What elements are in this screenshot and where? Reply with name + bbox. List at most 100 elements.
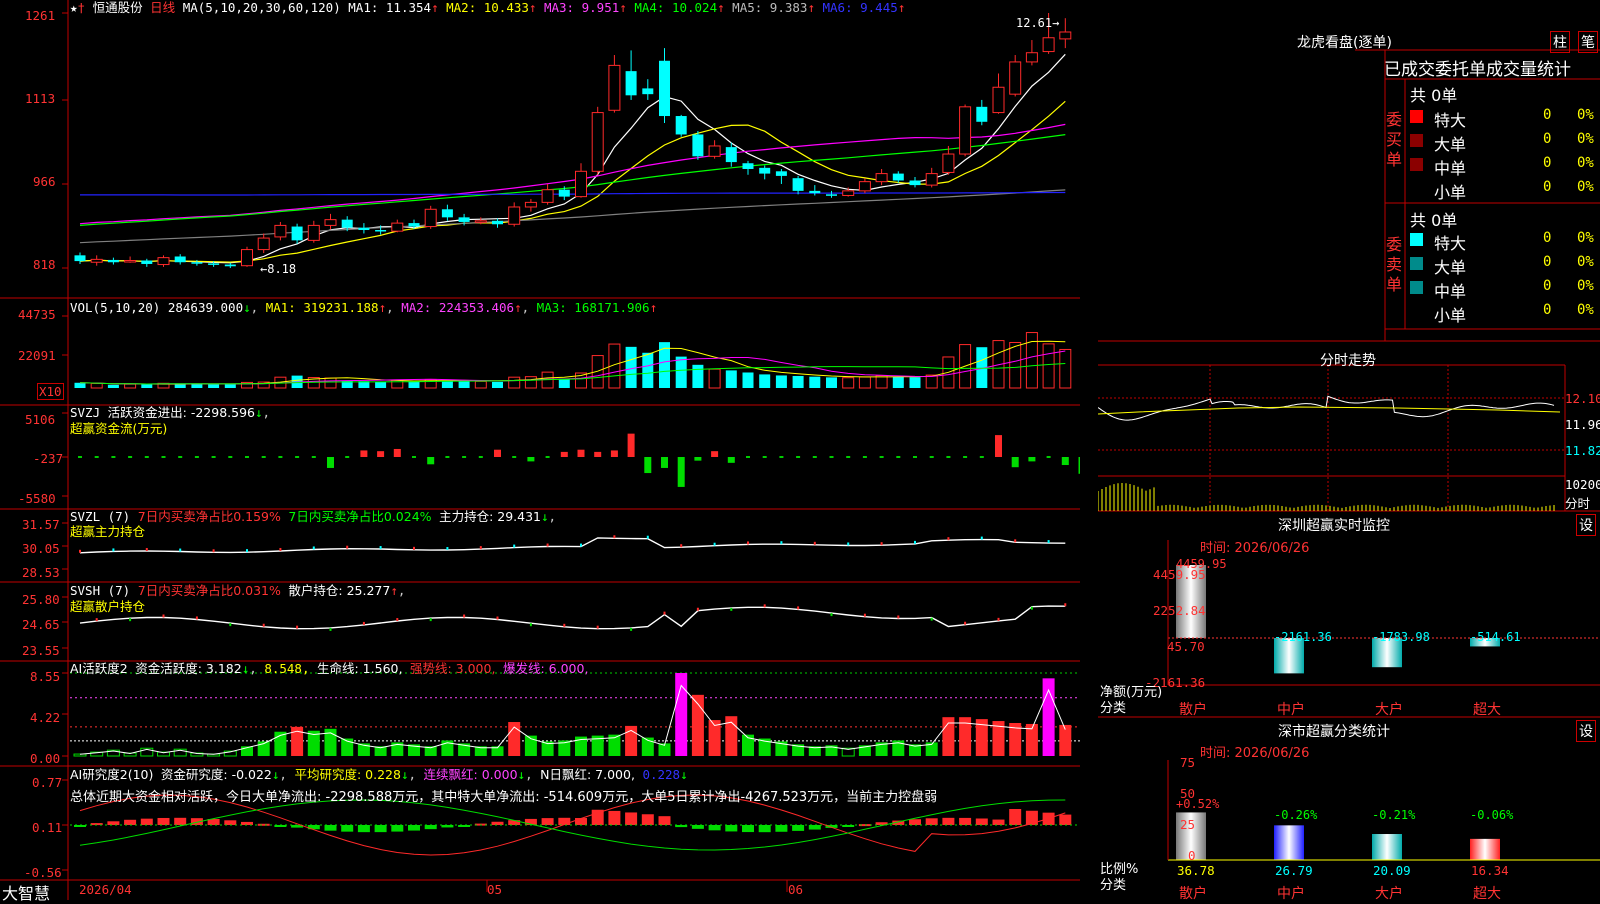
volume-bar bbox=[742, 372, 754, 388]
buy-row-label: 大单 bbox=[1434, 135, 1467, 154]
main-holding-mark bbox=[580, 543, 582, 547]
buy-row-percent: 0% bbox=[1577, 179, 1594, 195]
candle-body bbox=[90, 258, 103, 263]
volume-bar bbox=[858, 376, 871, 389]
svsh-ratio: 7日内买卖净占比0.031% bbox=[137, 583, 281, 598]
ai-research-bar bbox=[742, 825, 754, 833]
svzj-tick-1: 5106 bbox=[25, 412, 56, 427]
main-holding-mark bbox=[413, 546, 415, 550]
buy-orders-label: 委买单 bbox=[1386, 110, 1403, 169]
svsh-tick-1: 25.80 bbox=[22, 592, 60, 607]
fundflow-dash bbox=[78, 456, 82, 458]
ma2-value: MA2: 10.433 bbox=[446, 0, 529, 15]
volume-bar bbox=[725, 370, 737, 388]
fundflow-bar bbox=[627, 433, 635, 457]
main-holding-mark bbox=[1014, 539, 1017, 543]
ai-research-bar bbox=[658, 816, 671, 825]
sell-row-label: 小单 bbox=[1434, 306, 1467, 325]
sz-class-bar bbox=[1372, 834, 1402, 860]
candle-body bbox=[291, 226, 303, 241]
fundflow-dash bbox=[796, 456, 801, 458]
fundflow-dash bbox=[128, 456, 133, 458]
ai-research-bar bbox=[575, 818, 587, 825]
fundflow-dash bbox=[311, 456, 316, 458]
candle-body bbox=[174, 256, 186, 263]
ai-activity-tick-3: 0.00 bbox=[30, 751, 61, 766]
retail-holding-mark bbox=[95, 618, 98, 622]
fundflow-dash bbox=[462, 456, 467, 458]
fundflow-bar bbox=[711, 451, 719, 457]
buy-color-swatch bbox=[1410, 134, 1423, 147]
star-icon[interactable]: ★ bbox=[70, 0, 78, 15]
sz-monitor-category-label: 分类 bbox=[1100, 701, 1127, 716]
fundflow-dash bbox=[913, 456, 917, 458]
candle-body bbox=[809, 190, 821, 194]
retail-holding-mark bbox=[930, 617, 933, 621]
candle-body bbox=[692, 134, 704, 157]
retail-holding-mark bbox=[463, 614, 466, 618]
ai-strong-line: 强势线: 3.000, bbox=[409, 661, 496, 676]
tick-mode-button[interactable]: 笔 bbox=[1578, 31, 1598, 53]
main-holding-mark bbox=[279, 547, 282, 551]
sz-class-settings-button[interactable]: 设 bbox=[1576, 720, 1596, 742]
candle-body bbox=[74, 255, 86, 262]
main-holding-mark bbox=[613, 535, 616, 539]
ai-research-bar bbox=[925, 818, 938, 825]
price-chart[interactable] bbox=[0, 0, 1080, 900]
ai-research-bar bbox=[1009, 809, 1022, 825]
volume-bar bbox=[892, 376, 904, 388]
ai-research-bar bbox=[124, 819, 137, 825]
ai-activity-tick-2: 4.22 bbox=[30, 710, 61, 725]
sz-monitor-settings-button[interactable]: 设 bbox=[1576, 514, 1596, 536]
period-label[interactable]: 日线 bbox=[150, 0, 175, 15]
ai-research-bar bbox=[107, 821, 120, 825]
fundflow-bar bbox=[694, 457, 702, 461]
fundflow-dash bbox=[829, 456, 834, 458]
buy-row-value: 0 bbox=[1543, 131, 1552, 147]
sz-class-category: 超大 bbox=[1473, 886, 1501, 902]
price-tick-2: 1113 bbox=[25, 91, 56, 106]
svzl-position: 主力持仓: 29.431 bbox=[439, 509, 541, 524]
ai-research-extra: 0.228 bbox=[642, 767, 681, 782]
fundflow-dash bbox=[512, 456, 517, 458]
candle-body bbox=[625, 71, 637, 96]
fundflow-bar bbox=[1011, 457, 1019, 468]
volume-bar bbox=[492, 381, 503, 388]
retail-holding-mark bbox=[496, 616, 499, 620]
ai-activity-second: 8.548, bbox=[264, 661, 310, 676]
fundflow-bar bbox=[494, 449, 501, 457]
sz-class-bar bbox=[1274, 825, 1304, 860]
fundflow-dash bbox=[478, 456, 483, 458]
candle-body bbox=[959, 106, 972, 155]
bar-mode-button[interactable]: 柱 bbox=[1550, 31, 1570, 53]
volume-bar bbox=[659, 342, 670, 388]
sz-class-category: 中户 bbox=[1277, 886, 1305, 902]
buy-row-label: 中单 bbox=[1434, 159, 1467, 178]
ai-research-bar bbox=[558, 817, 571, 825]
ai-research-bar bbox=[942, 817, 955, 825]
fundflow-bar bbox=[577, 449, 585, 457]
volume-bar bbox=[141, 384, 153, 388]
fundflow-dash bbox=[345, 456, 350, 458]
sz-class-change: -0.26% bbox=[1274, 808, 1318, 822]
fundflow-dash bbox=[929, 456, 934, 458]
intraday-avg-line bbox=[1098, 406, 1561, 415]
candle-body bbox=[775, 171, 787, 176]
main-holding-mark bbox=[546, 543, 549, 547]
sz-monitor-title: 深圳超赢实时监控 bbox=[1278, 518, 1390, 534]
sz-class-percent: 36.78 bbox=[1177, 863, 1215, 878]
ai-research-bar bbox=[792, 825, 805, 831]
vol-ma1: MA1: 319231.188 bbox=[265, 300, 379, 315]
volume-bar bbox=[1059, 348, 1072, 389]
stock-name: 恒通股份 bbox=[92, 0, 143, 15]
volume-bar bbox=[625, 346, 637, 388]
volume-bar bbox=[708, 368, 721, 389]
candle-body bbox=[1059, 31, 1072, 40]
sz-class-category: 大户 bbox=[1375, 886, 1403, 902]
sz-class-change: -0.06% bbox=[1470, 808, 1514, 822]
retail-holding-mark bbox=[296, 625, 299, 629]
candle-body bbox=[792, 178, 804, 191]
volume-bar bbox=[1009, 341, 1022, 389]
price-tick-3: 966 bbox=[33, 174, 56, 189]
ai-research-value: 资金研究度: -0.022 bbox=[160, 767, 272, 782]
